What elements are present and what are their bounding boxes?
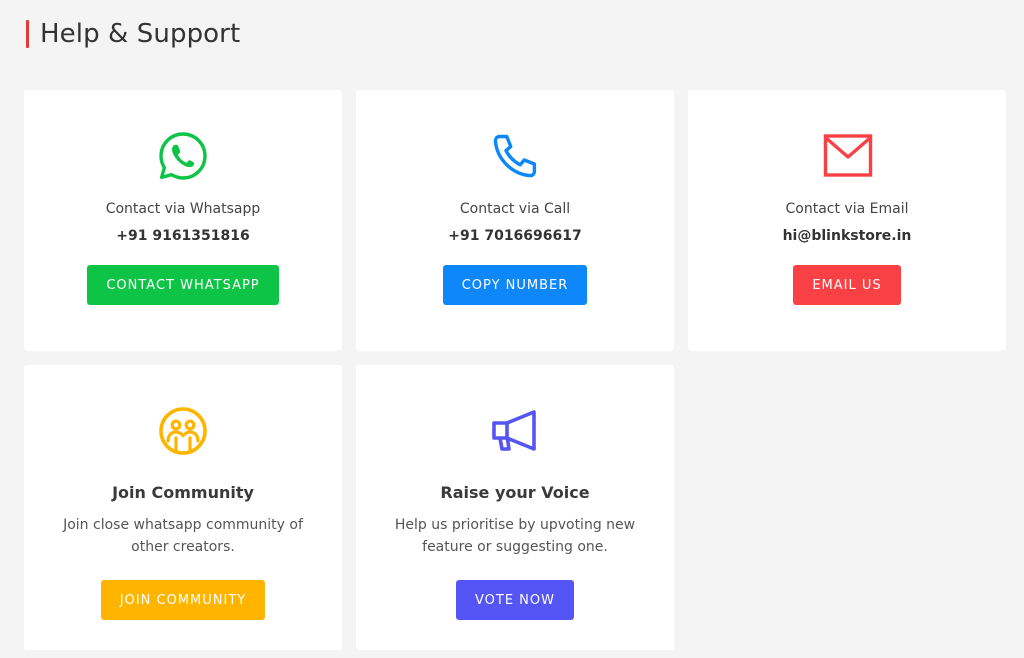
contact-value: +91 9161351816: [116, 228, 250, 244]
contact-label: Contact via Whatsapp: [106, 201, 261, 217]
title-accent-bar: [26, 20, 29, 48]
contact-value: +91 7016696617: [448, 228, 582, 244]
email-card: Contact via Email hi@blinkstore.in EMAIL…: [688, 90, 1006, 351]
contact-value: hi@blinkstore.in: [783, 228, 912, 244]
copy-number-button[interactable]: COPY NUMBER: [443, 265, 588, 305]
community-card: Join Community Join close whatsapp commu…: [24, 365, 342, 650]
contact-label: Contact via Call: [460, 201, 570, 217]
join-community-button[interactable]: JOIN COMMUNITY: [101, 580, 265, 620]
contact-whatsapp-button[interactable]: CONTACT WHATSAPP: [87, 265, 278, 305]
page-title: Help & Support: [40, 19, 240, 49]
community-icon: [157, 405, 209, 457]
phone-icon: [489, 130, 541, 182]
vote-now-button[interactable]: VOTE NOW: [456, 580, 574, 620]
feedback-card: Raise your Voice Help us prioritise by u…: [356, 365, 674, 650]
whatsapp-icon: [157, 130, 209, 182]
contact-label: Contact via Email: [786, 201, 909, 217]
whatsapp-card: Contact via Whatsapp +91 9161351816 CONT…: [24, 90, 342, 351]
call-card: Contact via Call +91 7016696617 COPY NUM…: [356, 90, 674, 351]
card-title: Raise your Voice: [440, 483, 589, 502]
card-description: Help us prioritise by upvoting new featu…: [385, 514, 645, 558]
email-us-button[interactable]: EMAIL US: [793, 265, 900, 305]
card-description: Join close whatsapp community of other c…: [53, 514, 313, 558]
card-title: Join Community: [112, 483, 254, 502]
mail-icon: [821, 130, 873, 182]
page-header: Help & Support: [26, 18, 240, 50]
megaphone-icon: [489, 405, 541, 457]
